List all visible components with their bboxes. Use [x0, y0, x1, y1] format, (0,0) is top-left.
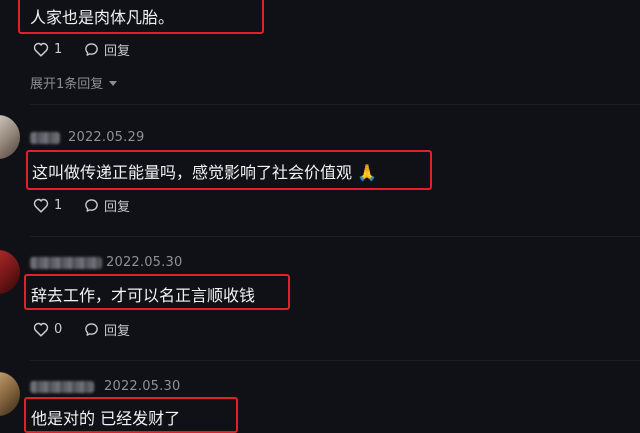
comment-text: 这叫做传递正能量吗，感觉影响了社会价值观 🙏: [32, 163, 378, 182]
expand-replies-label: 展开1条回复: [30, 77, 104, 92]
like-count: 1: [54, 41, 63, 57]
avatar[interactable]: [0, 372, 20, 416]
avatar[interactable]: [0, 250, 20, 294]
comment-text: 人家也是肉体凡胎。: [30, 8, 175, 27]
reply-label: 回复: [104, 199, 131, 215]
heart-icon: [33, 42, 49, 57]
divider: [30, 360, 640, 361]
divider: [30, 104, 640, 105]
reply-label: 回复: [104, 323, 131, 339]
comment-date: 2022.05.29: [68, 130, 145, 145]
reply-bubble-icon: [85, 322, 98, 336]
avatar[interactable]: [0, 115, 20, 159]
username-blurred[interactable]: [30, 132, 60, 144]
divider: [30, 236, 640, 237]
heart-icon: [33, 322, 49, 337]
like-button[interactable]: 0: [33, 320, 62, 338]
like-button[interactable]: 1: [33, 196, 62, 214]
username-blurred[interactable]: [30, 257, 102, 269]
reply-bubble-icon: [85, 42, 98, 56]
like-count: 1: [54, 197, 63, 213]
username-blurred[interactable]: [30, 381, 94, 393]
expand-replies-button[interactable]: 展开1条回复: [30, 73, 118, 92]
comment-date: 2022.05.30: [106, 255, 183, 270]
like-button[interactable]: 1: [33, 40, 62, 58]
comment-date: 2022.05.30: [104, 379, 181, 394]
reply-button[interactable]: 回复: [84, 320, 131, 339]
like-count: 0: [54, 321, 63, 337]
caret-down-icon: [109, 80, 118, 86]
reply-button[interactable]: 回复: [84, 196, 131, 215]
comment-text: 辞去工作，才可以名正言顺收钱: [31, 286, 256, 305]
reply-button[interactable]: 回复: [84, 40, 131, 59]
reply-label: 回复: [104, 43, 131, 59]
reply-bubble-icon: [85, 198, 98, 212]
comment-text: 他是对的 已经发财了: [31, 409, 181, 428]
heart-icon: [33, 198, 49, 213]
